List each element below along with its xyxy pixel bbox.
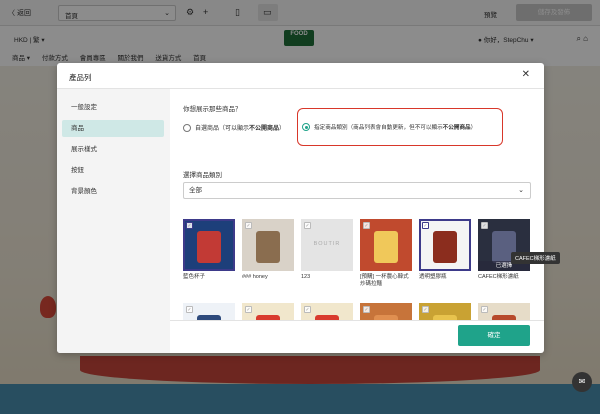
product-card[interactable]: ✓: [183, 303, 235, 320]
option-custom-tail: ）: [279, 126, 286, 132]
confirm-button[interactable]: 確定: [458, 325, 530, 346]
product-name: CAFEC梯形濾紙: [478, 274, 519, 280]
sidebar-item-button[interactable]: 按鈕: [62, 162, 164, 179]
product-card[interactable]: ✓: [360, 303, 412, 320]
product-tooltip: CAFEC梯形濾紙: [511, 252, 560, 264]
radio-custom[interactable]: [183, 123, 191, 132]
modal-content: 你想展示那些商品？ 自選商品（可以顯示 不公開商品） 指定商品類別（商品列表會自動…: [170, 89, 544, 320]
product-card[interactable]: ✓: [242, 303, 294, 320]
sidebar-item-background-color[interactable]: 背景顏色: [62, 183, 164, 200]
product-thumbnail[interactable]: ✓: [419, 219, 471, 271]
select-checkbox[interactable]: ✓: [304, 222, 311, 229]
option-category-products[interactable]: 指定商品類別（商品列表會自動更新，但不可以顯示 不公開商品）: [302, 123, 476, 131]
product-thumbnail[interactable]: BOUTIR ✓: [301, 219, 353, 271]
product-thumbnail[interactable]: ✓: [478, 303, 530, 320]
option-category-tail: ）: [470, 125, 477, 131]
product-image: [197, 231, 221, 263]
product-card[interactable]: ✓: [419, 303, 471, 320]
product-card[interactable]: ✓ [預購] 一杯農心韓式炒碼拉麵: [360, 219, 412, 288]
select-checkbox[interactable]: ✓: [304, 306, 311, 313]
product-image: [374, 231, 398, 263]
select-checkbox[interactable]: ✓: [245, 222, 252, 229]
product-thumbnail[interactable]: ✓: [242, 303, 294, 320]
option-custom-products[interactable]: 自選商品（可以顯示 不公開商品）: [183, 123, 285, 132]
option-category-bold: 不公開商品: [442, 125, 471, 131]
chat-icon[interactable]: ✉: [572, 372, 592, 392]
product-card[interactable]: ✓ ### honey: [242, 219, 294, 281]
product-name: 藍色杯子: [183, 274, 206, 280]
select-checkbox[interactable]: ✓: [245, 306, 252, 313]
product-card[interactable]: ✓: [301, 303, 353, 320]
category-select-value: 全部: [189, 187, 202, 194]
product-card[interactable]: ✓ 透明塑膠瓶: [419, 219, 471, 281]
sidebar-item-display-style[interactable]: 展示樣式: [62, 141, 164, 158]
select-checkbox[interactable]: ✓: [363, 222, 370, 229]
product-thumbnail[interactable]: ✓: [242, 219, 294, 271]
category-label: 選擇商品類別: [183, 172, 222, 179]
product-thumbnail[interactable]: ✓: [360, 303, 412, 320]
select-checkbox[interactable]: ✓: [422, 306, 429, 313]
product-name: ### honey: [242, 274, 268, 280]
product-card[interactable]: ✓ 已選擇 CAFEC梯形濾紙: [478, 219, 530, 281]
product-image: [256, 231, 280, 263]
modal-title: 產品列: [69, 73, 92, 82]
select-checkbox[interactable]: ✓: [186, 222, 193, 229]
placeholder-logo: BOUTIR: [313, 241, 341, 247]
option-custom-bold: 不公開商品: [249, 126, 280, 132]
product-card[interactable]: ✓ 藍色杯子: [183, 219, 235, 281]
category-select[interactable]: 全部 ⌄: [183, 182, 531, 199]
product-thumbnail[interactable]: ✓: [360, 219, 412, 271]
modal-footer: 確定: [170, 320, 544, 353]
option-custom-text: 自選商品（可以顯示: [195, 126, 250, 132]
product-thumbnail[interactable]: ✓: [183, 303, 235, 320]
product-image: [433, 231, 457, 263]
product-thumbnail[interactable]: ✓: [183, 219, 235, 271]
option-category-text: 指定商品類別（商品列表會自動更新，但不可以顯示: [314, 125, 443, 131]
settings-sidebar: 一般設定 商品 展示樣式 按鈕 背景顏色: [57, 89, 170, 353]
sidebar-item-products[interactable]: 商品: [62, 120, 164, 137]
modal-header: 產品列 ✕: [57, 63, 544, 89]
select-checkbox[interactable]: ✓: [363, 306, 370, 313]
question-heading: 你想展示那些商品？: [183, 106, 242, 113]
sidebar-item-general[interactable]: 一般設定: [62, 99, 164, 116]
select-checkbox[interactable]: ✓: [186, 306, 193, 313]
select-checkbox[interactable]: ✓: [481, 306, 488, 313]
product-name: 透明塑膠瓶: [419, 274, 447, 280]
radio-category[interactable]: [302, 123, 310, 131]
select-checkbox[interactable]: ✓: [481, 222, 488, 229]
product-card[interactable]: BOUTIR ✓ 123: [301, 219, 353, 281]
close-icon[interactable]: ✕: [522, 70, 530, 80]
select-checkbox[interactable]: ✓: [422, 222, 429, 229]
product-thumbnail[interactable]: ✓: [301, 303, 353, 320]
product-list-modal: 產品列 ✕ 一般設定 商品 展示樣式 按鈕 背景顏色 你想展示那些商品？ 自選商…: [57, 63, 544, 353]
product-thumbnail[interactable]: ✓: [419, 303, 471, 320]
product-image: [315, 231, 339, 263]
chevron-down-icon: ⌄: [518, 187, 524, 194]
product-name: [預購] 一杯農心韓式炒碼拉麵: [360, 274, 409, 287]
product-card[interactable]: ✓: [478, 303, 530, 320]
product-name: 123: [301, 274, 311, 280]
